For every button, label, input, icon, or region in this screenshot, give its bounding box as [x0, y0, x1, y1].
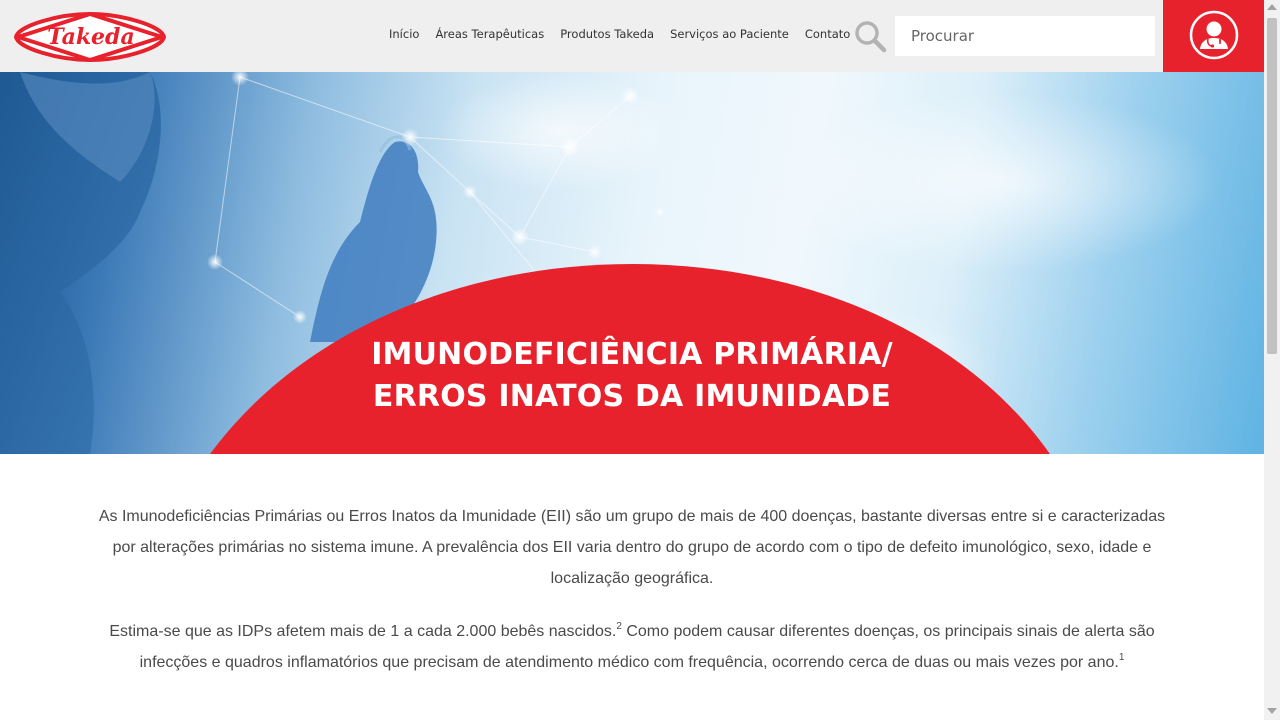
hero-banner: IMUNODEFICIÊNCIA PRIMÁRIA/ ERROS INATOS … — [0, 72, 1264, 454]
nav-item-areas-terapeuticas[interactable]: Áreas Terapêuticas — [435, 26, 544, 42]
nav-item-produtos-takeda[interactable]: Produtos Takeda — [560, 26, 654, 42]
prevalence-text-part1: Estima-se que as IDPs afetem mais de 1 a… — [109, 623, 617, 640]
page-title-line1: IMUNODEFICIÊNCIA PRIMÁRIA/ — [371, 337, 893, 372]
svg-text:Takeda: Takeda — [47, 24, 134, 50]
scrollbar-thumb[interactable] — [1267, 18, 1277, 354]
scroll-up-arrow[interactable] — [1267, 4, 1277, 10]
intro-paragraph: As Imunodeficiências Primárias ou Erros … — [98, 508, 1166, 587]
reference-1: 1 — [1118, 652, 1125, 663]
page-title: IMUNODEFICIÊNCIA PRIMÁRIA/ ERROS INATOS … — [0, 334, 1264, 418]
nav-item-contato[interactable]: Contato — [805, 26, 850, 42]
main-content: As Imunodeficiências Primárias ou Erros … — [0, 454, 1264, 678]
search-icon[interactable] — [853, 19, 887, 53]
account-button[interactable] — [1163, 0, 1264, 72]
search-input[interactable] — [895, 16, 1155, 56]
prevalence-paragraph: Estima-se que as IDPs afetem mais de 1 a… — [90, 616, 1174, 678]
main-nav: Início Áreas Terapêuticas Produtos Taked… — [389, 26, 866, 42]
takeda-logo[interactable]: Takeda — [12, 10, 168, 64]
doctor-user-icon — [1189, 10, 1239, 63]
nav-item-servicos-ao-paciente[interactable]: Serviços ao Paciente — [670, 26, 789, 42]
site-header: Takeda Início Áreas Terapêuticas Produto… — [0, 0, 1264, 72]
nav-item-inicio[interactable]: Início — [389, 26, 419, 42]
scroll-down-arrow[interactable] — [1267, 708, 1277, 714]
page-title-line2: ERROS INATOS DA IMUNIDADE — [372, 379, 892, 414]
page: Takeda Início Áreas Terapêuticas Produto… — [0, 0, 1280, 720]
